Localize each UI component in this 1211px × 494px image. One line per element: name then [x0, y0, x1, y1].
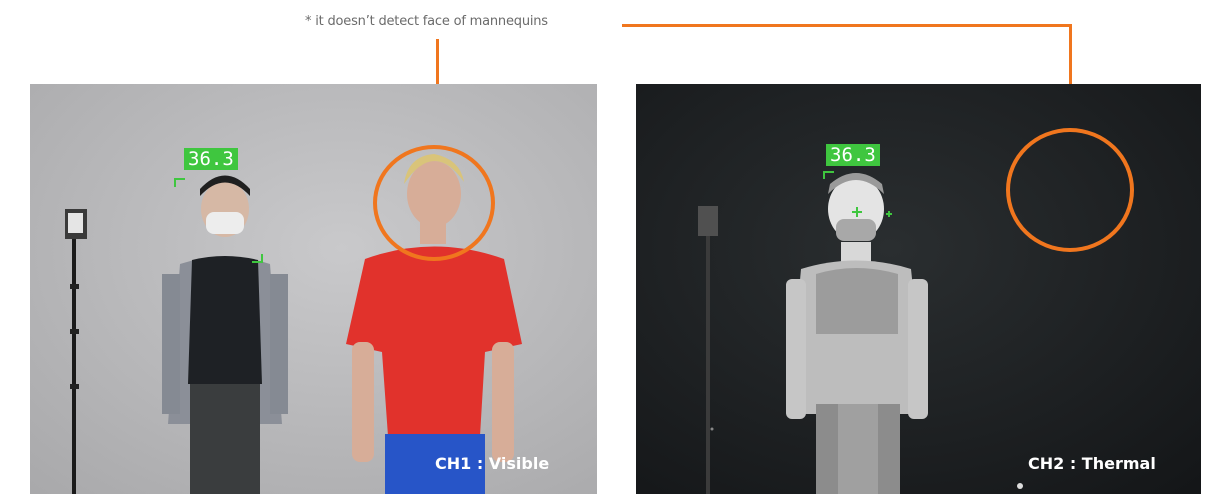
ch1-visible-image: 36.3 CH1 : Visible: [30, 84, 597, 494]
mannequin-note: * it doesn’t detect face of mannequins: [305, 14, 548, 29]
ch2-temperature-label: 36.3: [826, 144, 880, 166]
ch2-thermal-image: 36.3 CH2 : Thermal: [636, 84, 1201, 494]
ch2-caption: CH2 : Thermal: [1028, 454, 1156, 473]
ch1-temperature-label: 36.3: [184, 148, 238, 170]
leader-line-horizontal: [622, 24, 1072, 27]
ch1-caption: CH1 : Visible: [435, 454, 550, 473]
ch2-mannequin-highlight-ring: [1006, 128, 1134, 252]
ch1-mannequin-highlight-ring: [373, 145, 495, 261]
